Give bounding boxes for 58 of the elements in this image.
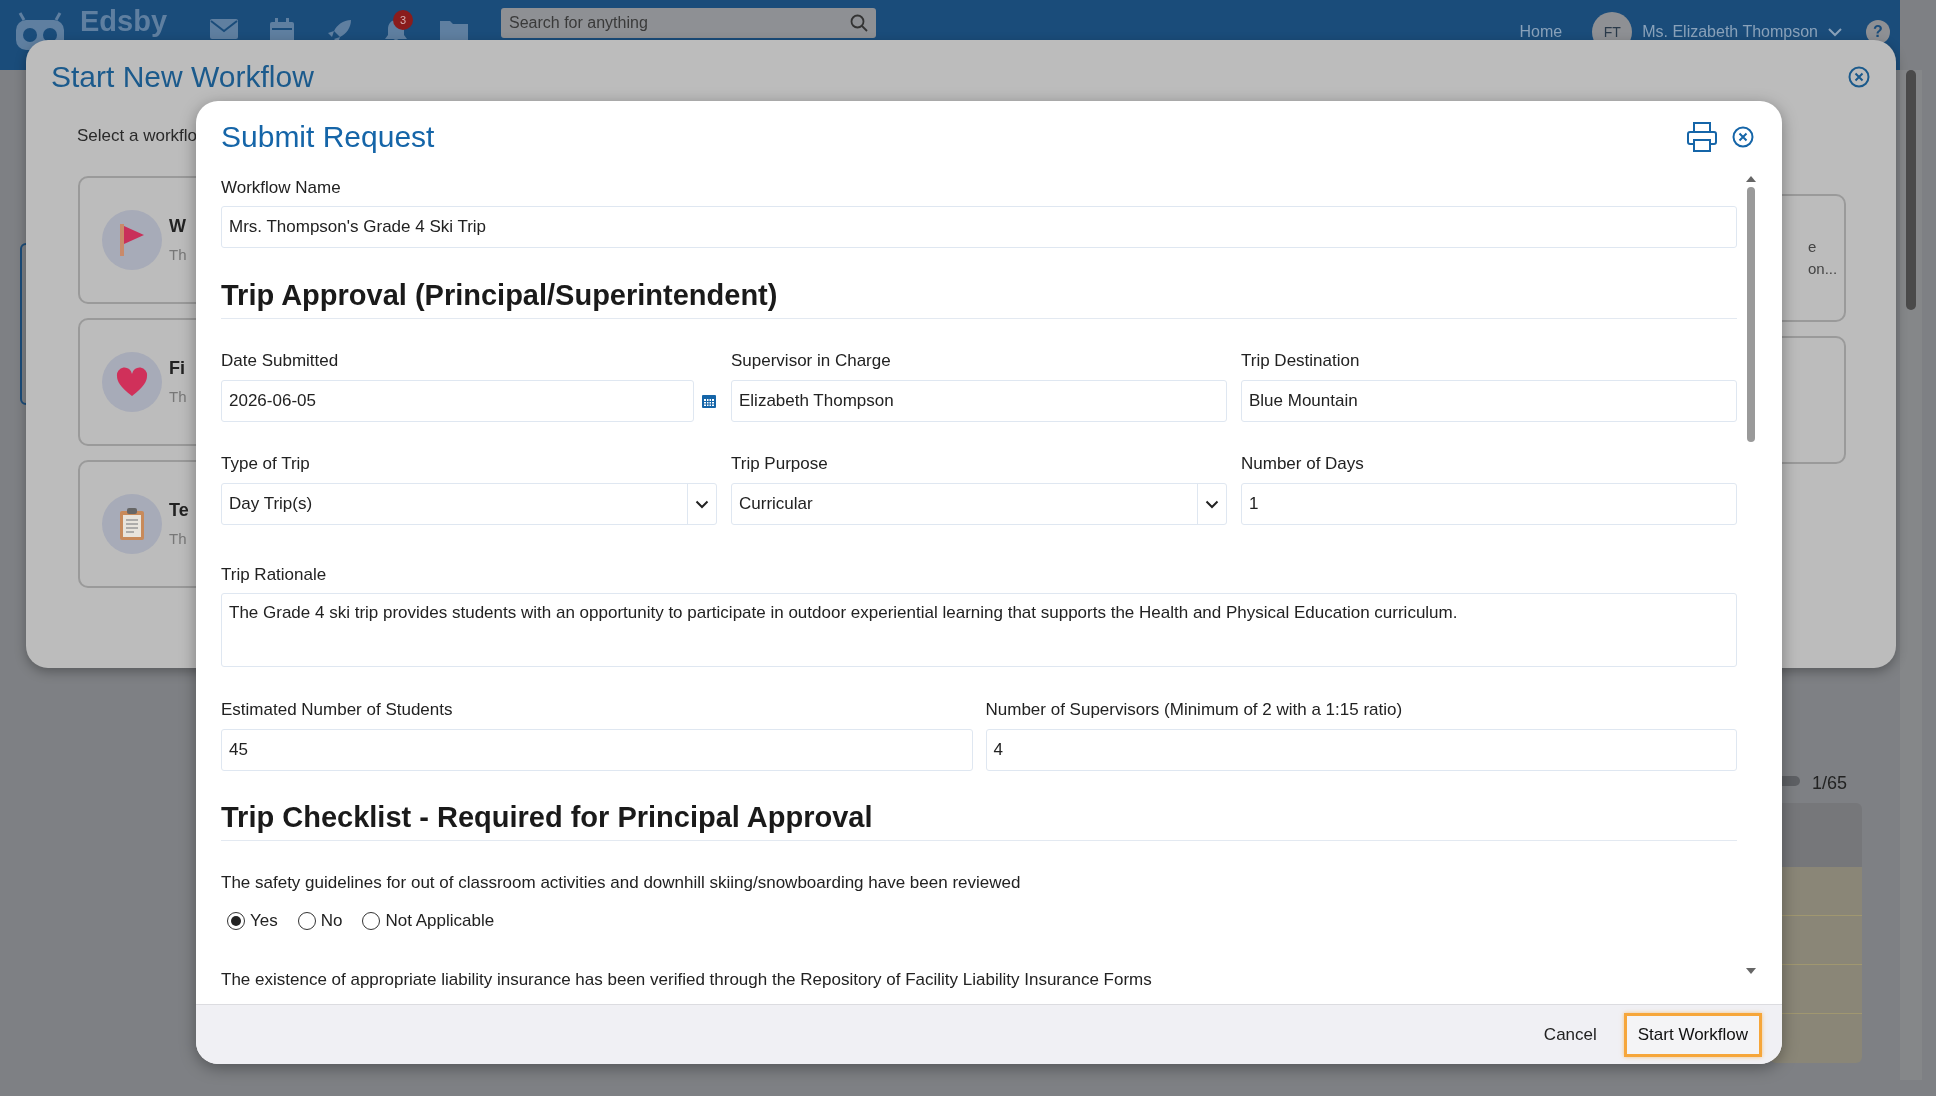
field-label: Estimated Number of Students [221, 699, 454, 721]
instruction-text: Select a workflo [77, 125, 197, 147]
radio-option[interactable]: Yes [227, 908, 278, 934]
field-label: Workflow Name [221, 177, 342, 199]
card-description: on... [1808, 259, 1839, 279]
dropdown[interactable]: Day Trip(s) [221, 483, 717, 525]
card-description: e [1808, 236, 1818, 257]
field-label: Trip Destination [1241, 350, 1361, 372]
card-title: W [169, 214, 187, 238]
text-area[interactable]: The Grade 4 ski trip provides students with an opportunity to participate in outdoor experiential learning that supports the Health and Physical Education curriculum. [221, 593, 1737, 667]
section-heading: Trip Checklist - Required for Principal Approval [221, 797, 1737, 841]
dialog-title: Start New Workflow [51, 59, 314, 95]
field-label: Date Submitted [221, 350, 340, 372]
clipboard-icon [119, 506, 145, 541]
input-field[interactable]: Blue Mountain [1241, 380, 1737, 422]
field-label: Number of Days [1241, 453, 1365, 475]
card-description: Th [169, 386, 187, 407]
card-title: Te [169, 498, 189, 522]
radio-option[interactable]: No [297, 908, 343, 934]
scrollbar-thumb[interactable] [1747, 187, 1755, 442]
start-workflow-button[interactable]: Start Workflow [1623, 1012, 1762, 1057]
print-icon[interactable] [1686, 121, 1718, 153]
search-icon[interactable] [850, 14, 869, 32]
input-field[interactable]: 45 [221, 729, 973, 771]
field-label: Trip Rationale [221, 564, 328, 586]
close-icon[interactable] [1732, 126, 1754, 148]
notification-count: 3 [393, 10, 414, 30]
input-field[interactable]: Mrs. Thompson's Grade 4 Ski Trip [221, 206, 1737, 248]
chevron-down-icon[interactable] [1205, 499, 1219, 509]
dropdown[interactable]: Curricular [731, 483, 1227, 525]
folder-icon[interactable] [439, 18, 470, 42]
field-label: Number of Supervisors (Minimum of 2 with a 1:15 ratio) [985, 699, 1404, 721]
card-description: Th [169, 244, 187, 265]
field-label: Type of Trip [221, 453, 311, 475]
scroll-up-arrow-icon[interactable] [1745, 175, 1757, 183]
heart-icon [116, 366, 148, 397]
date-field[interactable]: 2026-06-05 [221, 380, 694, 422]
input-field[interactable]: 4 [985, 729, 1737, 771]
field-label: Trip Purpose [731, 453, 829, 475]
scroll-down-arrow-icon[interactable] [1745, 967, 1757, 975]
close-icon[interactable] [1848, 65, 1870, 88]
dialog-title: Submit Request [221, 119, 435, 155]
calendar-icon[interactable] [701, 393, 717, 409]
field-label: Supervisor in Charge [731, 350, 892, 372]
card-description: Th [169, 528, 188, 549]
search-field[interactable]: Search for anything [501, 8, 877, 38]
search-input[interactable]: Search for anything [509, 11, 810, 35]
question-text: The existence of appropriate liability insurance has been verified through the Repository of Facility Liability Insurance Forms [221, 968, 1153, 991]
section-heading: Trip Approval (Principal/Superintendent) [221, 275, 1737, 319]
page-counter: 1/65 [1812, 772, 1848, 795]
page-scrollbar[interactable] [1900, 70, 1922, 1080]
card-title: Fi [169, 356, 186, 380]
input-field[interactable]: 1 [1241, 483, 1737, 525]
input-field[interactable]: Elizabeth Thompson [731, 380, 1227, 422]
question-text: The safety guidelines for out of classroom activities and downhill skiing/snowboarding have been reviewed [221, 872, 1022, 894]
cancel-button[interactable]: Cancel [1530, 1014, 1610, 1055]
chevron-down-icon[interactable] [695, 499, 709, 509]
radio-option[interactable]: Not Applicable [362, 908, 495, 934]
